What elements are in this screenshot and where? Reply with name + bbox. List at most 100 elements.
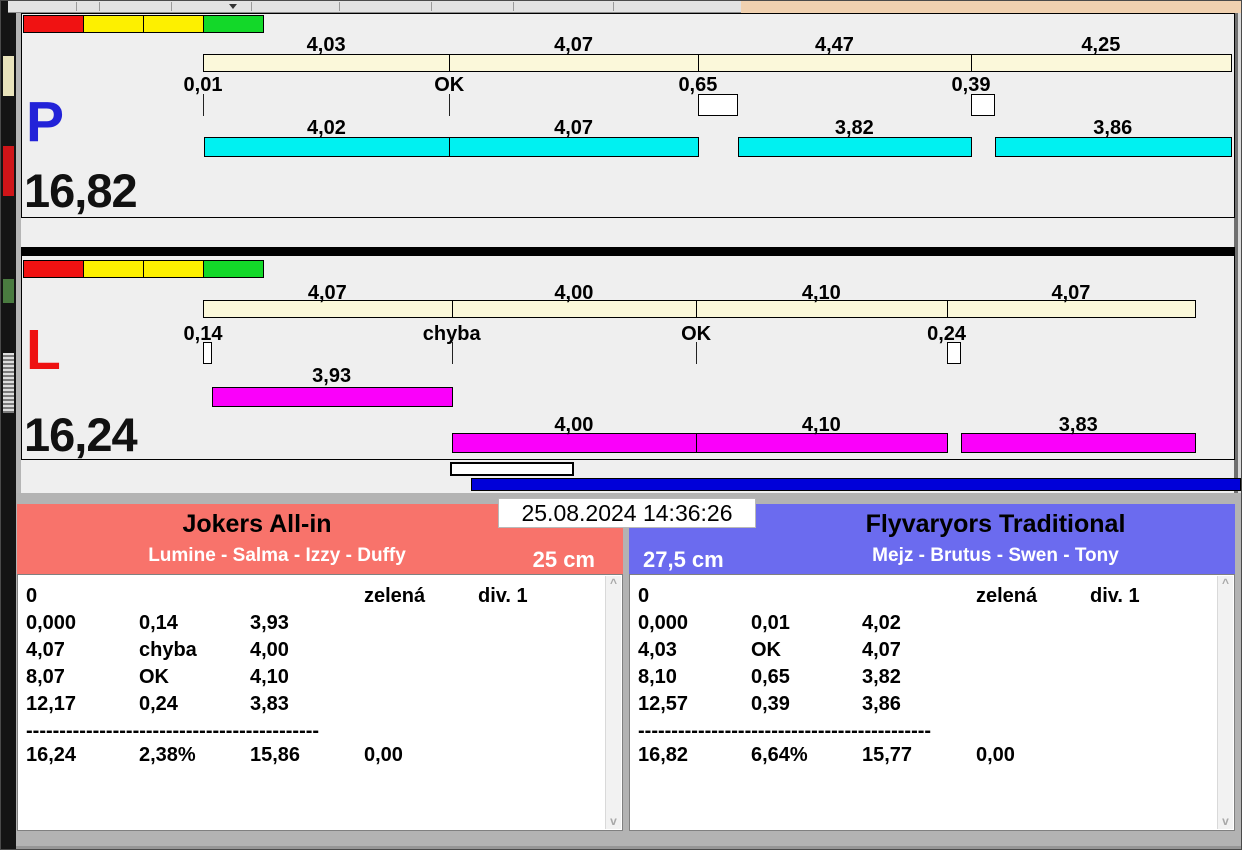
table-cell: 12,57 (638, 693, 689, 715)
toolbar-separator (251, 2, 252, 11)
team-members: Lumine - Salma - Izzy - Duffy (148, 545, 406, 566)
table-row: 0 zelená div. 1 (630, 585, 1218, 612)
table-summary-row: 16,82 6,64% 15,77 0,00 (630, 744, 1218, 771)
table-cell: 0,65 (751, 666, 790, 688)
table-row: 0,000 0,14 3,93 (18, 612, 606, 639)
net-time-label: 3,86 (1093, 117, 1133, 139)
marker-tick (449, 94, 451, 116)
lane-total-time: 16,82 (24, 164, 138, 217)
net-time-label: 4,10 (801, 414, 841, 436)
table-cell: chyba (139, 639, 197, 661)
table-cell: zelená (976, 585, 1038, 607)
toolbar-separator (76, 2, 77, 11)
team-name: Flyvaryors Traditional (865, 510, 1126, 538)
net-time-label: 4,00 (554, 414, 594, 436)
delay-box (697, 94, 738, 116)
lane-divider-bar (21, 247, 1235, 255)
scrollbar[interactable]: ^ v (605, 576, 621, 829)
progress-bar (471, 478, 1241, 491)
scrollbar-up-button[interactable]: ^ (1218, 576, 1233, 591)
table-cell: 15,77 (862, 744, 913, 766)
marker-tick (203, 94, 204, 116)
table-cell: 0,00 (976, 744, 1015, 766)
team-table-left: 0 zelená div. 1 0,000 0,14 3,93 4,07 chyba 4,00 8… (17, 574, 623, 831)
net-time-bar (449, 137, 699, 157)
split-time-label: 4,07 (554, 34, 594, 56)
table-summary-row: 16,24 2,38% 15,86 0,00 (18, 744, 606, 771)
table-cell: 0,000 (638, 612, 689, 634)
table-cell: 4,10 (250, 666, 289, 688)
table-cell: 3,86 (862, 693, 901, 715)
toolbar-separator (431, 2, 432, 11)
table-row: 12,17 0,24 3,83 (18, 693, 606, 720)
status-light-green (203, 15, 264, 33)
background-toolbar (8, 1, 741, 13)
table-cell: OK (751, 639, 781, 661)
table-cell: OK (139, 666, 169, 688)
lane-total-time: 16,24 (24, 408, 138, 461)
table-cell: 12,17 (26, 693, 77, 715)
table-body: 0 zelená div. 1 0,000 0,01 4,02 4,03 OK 4,07 8,10… (630, 575, 1218, 830)
net-time-bar (211, 387, 453, 407)
table-cell: 4,03 (638, 639, 677, 661)
table-cell: 4,07 (862, 639, 901, 661)
table-cell: 0,000 (26, 612, 77, 634)
delay-box (971, 94, 995, 116)
table-cell: 3,93 (250, 612, 289, 634)
table-row: 12,57 0,39 3,86 (630, 693, 1218, 720)
table-body: 0 zelená div. 1 0,000 0,14 3,93 4,07 chyba 4,00 8… (18, 575, 606, 830)
lane-panel-L: L 16,24 4,07 0,14 3,93 4,00 chyba 4,00 4,10 OK 4… (21, 255, 1235, 461)
table-row: 4,03 OK 4,07 (630, 639, 1218, 666)
table-cell: 4,00 (250, 639, 289, 661)
table-cell: 8,10 (638, 666, 677, 688)
split-time-label: 4,00 (554, 282, 594, 304)
split-time-label: 4,47 (814, 34, 854, 56)
scrollbar-down-button[interactable]: v (606, 814, 621, 829)
lane-panel-P: P 16,82 4,03 0,01 4,02 4,07 OK 4,07 4,47 0,65 3,… (21, 13, 1235, 218)
jump-height-label: 27,5 cm (643, 547, 724, 572)
desktop-background-strip (741, 1, 1241, 13)
split-time-label: 4,10 (801, 282, 841, 304)
table-cell: 16,82 (638, 744, 689, 766)
net-time-bar (994, 137, 1232, 157)
toolbar-separator (613, 2, 614, 11)
table-cell: 8,07 (26, 666, 65, 688)
scrollbar-up-button[interactable]: ^ (606, 576, 621, 591)
edge-fragment (3, 353, 14, 413)
table-separator: ----------------------------------------… (638, 720, 932, 742)
team-members: Mejz - Brutus - Swen - Tony (872, 545, 1119, 566)
jump-height-label: 25 cm (532, 547, 595, 572)
race-timestamp: 25.08.2024 14:36:26 (498, 498, 756, 528)
table-cell: 4,02 (862, 612, 901, 634)
table-cell: div. 1 (478, 585, 528, 607)
window-frame-edge (1238, 13, 1241, 493)
status-light-red (23, 15, 84, 33)
table-row: 0 zelená div. 1 (18, 585, 606, 612)
app-window: P 16,82 4,03 0,01 4,02 4,07 OK 4,07 4,47 0,65 3,… (0, 0, 1242, 850)
table-row: 0,000 0,01 4,02 (630, 612, 1218, 639)
table-cell: 0,00 (364, 744, 403, 766)
split-time-label: 4,07 (307, 282, 347, 304)
table-cell: 0 (638, 585, 650, 607)
table-row: 4,07 chyba 4,00 (18, 639, 606, 666)
split-time-label: 4,07 (1051, 282, 1091, 304)
net-time-label: 3,93 (312, 365, 352, 387)
status-light-yellow (143, 15, 204, 33)
edge-fragment (3, 56, 14, 96)
edge-fragment (3, 279, 14, 303)
net-time-bar (737, 137, 973, 157)
scrollbar[interactable]: ^ v (1217, 576, 1233, 829)
table-cell: 6,64% (751, 744, 808, 766)
net-time-bar (203, 137, 451, 157)
table-cell: 4,07 (26, 639, 65, 661)
toolbar-separator (513, 2, 514, 11)
table-row: 8,10 0,65 3,82 (630, 666, 1218, 693)
table-cell: 16,24 (26, 744, 77, 766)
status-light-yellow (143, 260, 204, 278)
edge-fragment (3, 146, 14, 196)
scrollbar-down-button[interactable]: v (1218, 814, 1233, 829)
net-time-label: 4,07 (554, 117, 594, 139)
team-table-right: 0 zelená div. 1 0,000 0,01 4,02 4,03 OK 4,07 8,10… (629, 574, 1235, 831)
table-cell: 0,01 (751, 612, 790, 634)
status-light-yellow (83, 260, 144, 278)
